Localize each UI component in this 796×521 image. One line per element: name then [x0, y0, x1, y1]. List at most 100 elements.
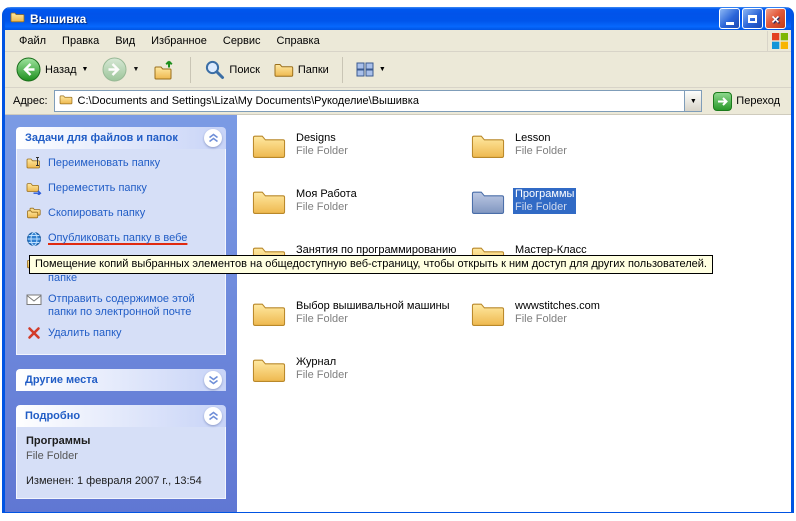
task-email-folder[interactable]: Отправить содержимое этой папки по элект…: [26, 293, 218, 319]
file-type: File Folder: [294, 145, 350, 158]
folders-button[interactable]: Папки: [269, 59, 334, 81]
forward-dropdown-icon[interactable]: ▼: [132, 66, 139, 73]
forward-button[interactable]: ▼: [97, 54, 144, 85]
file-item[interactable]: ЖурналFile Folder: [251, 355, 463, 399]
file-name: Lesson: [513, 132, 569, 145]
toolbar-separator: [342, 57, 343, 83]
other-places-header[interactable]: Другие места: [16, 369, 226, 391]
publish-web-icon: [26, 231, 42, 251]
details-header[interactable]: Подробно: [16, 405, 226, 427]
address-folder-icon: [59, 94, 73, 108]
window-folder-icon: [10, 11, 25, 26]
file-item-selected[interactable]: ПрограммыFile Folder: [470, 187, 682, 231]
file-type: File Folder: [294, 201, 359, 214]
file-name: wwwstitches.com: [513, 300, 602, 313]
folder-icon: [251, 355, 287, 386]
chevron-up-icon[interactable]: [204, 407, 222, 425]
details-item-type: File Folder: [26, 450, 218, 463]
file-item[interactable]: Моя РаботаFile Folder: [251, 187, 463, 231]
copy-folder-icon: [26, 206, 42, 224]
address-combobox[interactable]: C:\Documents and Settings\Liza\My Docume…: [54, 90, 703, 112]
menu-help[interactable]: Справка: [270, 32, 327, 50]
folder-icon: [251, 131, 287, 162]
details-item-name: Программы: [26, 435, 218, 448]
toolbar: Назад ▼ ▼ Поиск Папки ▼: [5, 52, 791, 88]
delete-icon: [26, 326, 42, 344]
file-item[interactable]: LessonFile Folder: [470, 131, 682, 175]
file-name: Designs: [294, 132, 350, 145]
task-delete-folder[interactable]: Удалить папку: [26, 327, 218, 344]
folder-icon: [470, 299, 506, 330]
address-input[interactable]: C:\Documents and Settings\Liza\My Docume…: [78, 95, 680, 107]
folder-icon: [251, 299, 287, 330]
up-button[interactable]: [148, 56, 182, 84]
tasks-panel-title: Задачи для файлов и папок: [25, 132, 178, 144]
file-item[interactable]: wwwstitches.comFile Folder: [470, 299, 682, 343]
task-link[interactable]: Скопировать папку: [48, 207, 145, 220]
file-name: Журнал: [294, 356, 350, 369]
file-name: Моя Работа: [294, 188, 359, 201]
views-dropdown-icon[interactable]: ▼: [379, 66, 386, 73]
close-button[interactable]: ×: [765, 8, 786, 29]
forward-icon: [102, 57, 127, 82]
folders-label: Папки: [298, 64, 329, 76]
chevron-down-icon[interactable]: [204, 371, 222, 389]
maximize-icon: [748, 15, 757, 23]
task-link[interactable]: Удалить папку: [48, 327, 122, 340]
menu-tools[interactable]: Сервис: [216, 32, 268, 50]
file-type: File Folder: [513, 145, 569, 158]
address-bar: Адрес: C:\Documents and Settings\Liza\My…: [5, 88, 791, 115]
tasks-panel-body: Переименовать папку Переместить папку Ск…: [16, 149, 226, 355]
panel-file-folder-tasks: Задачи для файлов и папок Переименовать …: [16, 127, 226, 355]
back-dropdown-icon[interactable]: ▼: [82, 66, 89, 73]
address-label: Адрес:: [13, 95, 48, 107]
tasks-panel-header[interactable]: Задачи для файлов и папок: [16, 127, 226, 149]
back-button[interactable]: Назад ▼: [11, 54, 93, 85]
folder-up-icon: [153, 59, 177, 81]
task-link[interactable]: Переименовать папку: [48, 157, 160, 170]
minimize-icon: [726, 22, 734, 25]
tooltip: Помещение копий выбранных элементов на о…: [29, 255, 713, 274]
panel-other-places: Другие места: [16, 369, 226, 391]
toolbar-separator: [190, 57, 191, 83]
menu-edit[interactable]: Правка: [55, 32, 106, 50]
task-copy-folder[interactable]: Скопировать папку: [26, 207, 218, 224]
window-body: Задачи для файлов и папок Переименовать …: [5, 115, 791, 512]
menu-bar: Файл Правка Вид Избранное Сервис Справка: [5, 30, 791, 52]
file-type: File Folder: [513, 313, 602, 326]
details-title: Подробно: [25, 410, 80, 422]
task-link[interactable]: Отправить содержимое этой папки по элект…: [48, 293, 218, 319]
folder-icon: [470, 131, 506, 162]
maximize-button[interactable]: [742, 8, 763, 29]
task-move-folder[interactable]: Переместить папку: [26, 182, 218, 199]
email-icon: [26, 292, 42, 310]
search-icon: [204, 59, 225, 80]
file-name: Выбор вышивальной машины: [294, 300, 452, 313]
move-folder-icon: [26, 181, 42, 199]
menu-file[interactable]: Файл: [12, 32, 53, 50]
file-list-area[interactable]: DesignsFile Folder Моя РаботаFile Folder…: [237, 115, 791, 512]
details-item-modified: Изменен: 1 февраля 2007 г., 13:54: [26, 475, 218, 488]
file-item[interactable]: Выбор вышивальной машиныFile Folder: [251, 299, 463, 343]
search-button[interactable]: Поиск: [199, 56, 264, 83]
minimize-button[interactable]: [719, 8, 740, 29]
file-item[interactable]: DesignsFile Folder: [251, 131, 463, 175]
file-type: File Folder: [513, 201, 576, 214]
window-title: Вышивка: [30, 12, 714, 26]
title-bar[interactable]: Вышивка ×: [5, 7, 791, 30]
go-button[interactable]: Переход: [708, 90, 785, 113]
views-button[interactable]: ▼: [351, 59, 391, 80]
go-icon: [713, 92, 732, 111]
task-rename-folder[interactable]: Переименовать папку: [26, 157, 218, 174]
menu-favorites[interactable]: Избранное: [144, 32, 214, 50]
chevron-up-icon[interactable]: [204, 129, 222, 147]
explorer-window: Вышивка × Файл Правка Вид Избранное Серв…: [2, 7, 794, 513]
search-label: Поиск: [229, 64, 259, 76]
task-link[interactable]: Переместить папку: [48, 182, 147, 195]
address-dropdown-button[interactable]: ▼: [684, 91, 701, 111]
task-pane-sidebar: Задачи для файлов и папок Переименовать …: [5, 115, 237, 512]
task-publish-folder-web[interactable]: Опубликовать папку в вебе: [26, 232, 218, 251]
task-link[interactable]: Опубликовать папку в вебе: [48, 232, 187, 245]
go-label: Переход: [736, 95, 780, 107]
menu-view[interactable]: Вид: [108, 32, 142, 50]
